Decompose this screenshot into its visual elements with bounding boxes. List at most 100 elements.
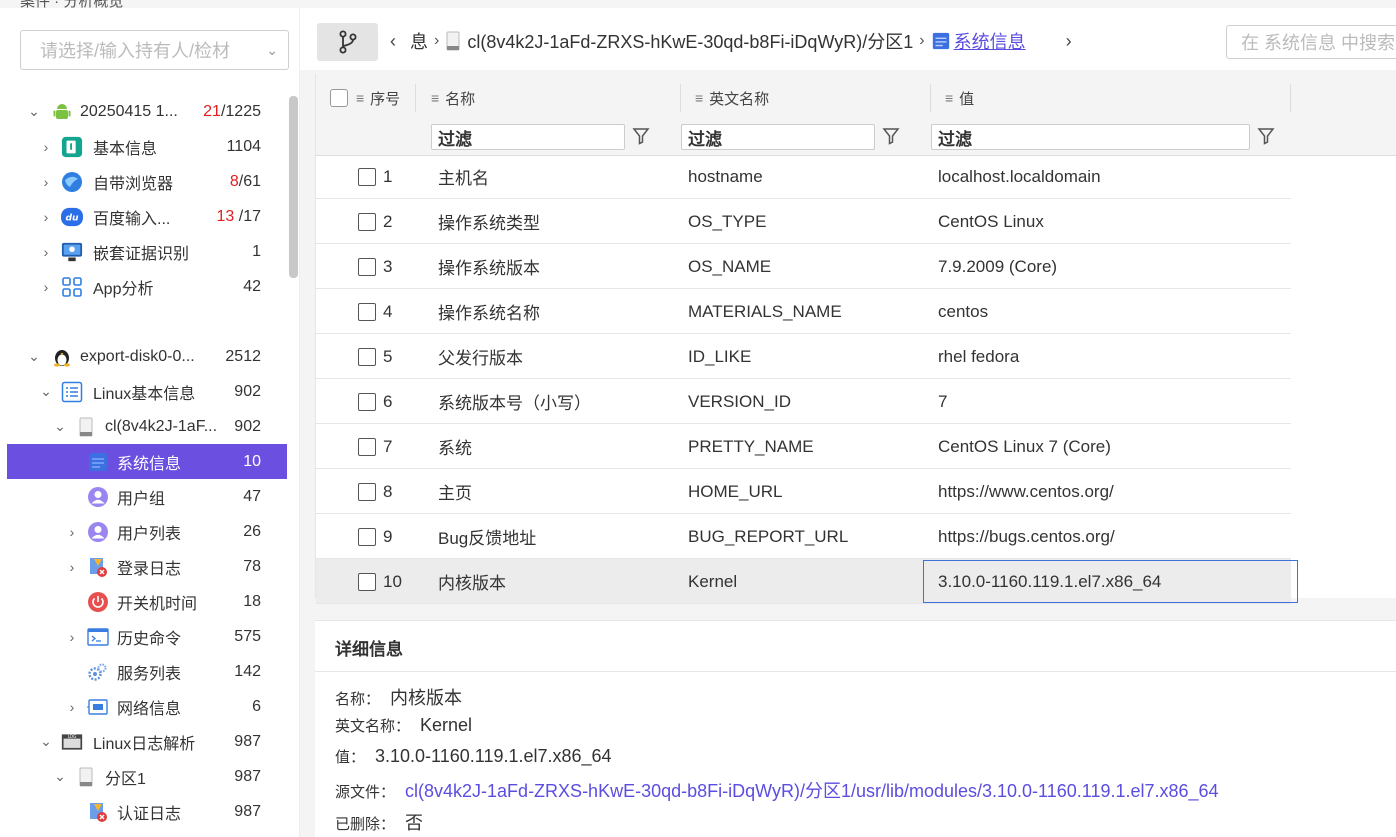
chevron-down-icon[interactable]: ⌄	[53, 418, 67, 435]
tree-node-history-commands[interactable]: › 历史命令 575	[7, 619, 287, 654]
header-value[interactable]: ≡ 值	[931, 84, 1291, 112]
row-name-cell[interactable]: 系统	[438, 424, 472, 469]
row-checkbox[interactable]	[358, 392, 376, 411]
tree-node-login-log[interactable]: › 登录日志 78	[7, 549, 287, 584]
breadcrumb-item[interactable]: 息	[410, 28, 428, 54]
chevron-right-icon[interactable]: ›	[65, 524, 79, 540]
chevron-right-icon[interactable]: ›	[39, 244, 53, 260]
column-menu-icon[interactable]: ≡	[356, 90, 364, 106]
row-name-cell[interactable]: 操作系统版本	[438, 244, 540, 289]
chevron-down-icon[interactable]: ⌄	[39, 733, 53, 750]
row-en-cell[interactable]: Kernel	[688, 559, 737, 604]
tree-node-power-time[interactable]: 开关机时间 18	[7, 584, 287, 619]
row-checkbox[interactable]	[358, 437, 376, 456]
row-name-cell[interactable]: Bug反馈地址	[438, 514, 536, 559]
source-file-link[interactable]: cl(8v4k2J-1aFd-ZRXS-hKwE-30qd-b8Fi-iDqWy…	[405, 777, 1219, 803]
row-en-cell[interactable]: OS_TYPE	[688, 199, 766, 244]
breadcrumb-forward-icon[interactable]: ›	[1066, 31, 1072, 52]
tree-node-user-list[interactable]: › 用户列表 26	[7, 514, 287, 549]
chevron-right-icon[interactable]: ›	[65, 699, 79, 715]
branch-button[interactable]	[317, 23, 378, 61]
row-en-cell[interactable]: ID_LIKE	[688, 334, 751, 379]
row-value-cell[interactable]: centos	[938, 289, 988, 334]
row-name-cell[interactable]: 系统版本号（小写）	[438, 379, 591, 424]
header-en-name[interactable]: ≡ 英文名称	[681, 84, 931, 112]
table-row[interactable]: 9 Bug反馈地址 BUG_REPORT_URL https://bugs.cento…	[316, 514, 1291, 559]
table-row[interactable]: 4 操作系统名称 MATERIALS_NAME centos	[316, 289, 1291, 334]
table-row[interactable]: 5 父发行版本 ID_LIKE rhel fedora	[316, 334, 1291, 379]
column-menu-icon[interactable]: ≡	[431, 90, 439, 106]
chevron-down-icon[interactable]: ⌄	[39, 383, 53, 400]
chevron-right-icon[interactable]: ›	[39, 279, 53, 295]
row-en-cell[interactable]: BUG_REPORT_URL	[688, 514, 848, 559]
row-checkbox[interactable]	[358, 212, 376, 231]
column-menu-icon[interactable]: ≡	[945, 90, 953, 106]
table-row[interactable]: 1 主机名 hostname localhost.localdomain	[316, 154, 1291, 199]
tree-node-case[interactable]: ⌄ 20250415 1... 21/1225	[7, 94, 287, 129]
chevron-right-icon[interactable]: ›	[39, 174, 53, 190]
row-checkbox[interactable]	[358, 257, 376, 276]
table-row[interactable]: 10 内核版本 Kernel 3.10.0-1160.119.1.el7.x86_64	[316, 559, 1298, 604]
tree-node-browser[interactable]: › 自带浏览器 8/61	[7, 164, 287, 199]
row-en-cell[interactable]: OS_NAME	[688, 244, 771, 289]
row-en-cell[interactable]: PRETTY_NAME	[688, 424, 814, 469]
row-checkbox[interactable]	[358, 572, 376, 591]
row-value-cell[interactable]: CentOS Linux	[938, 199, 1044, 244]
row-en-cell[interactable]: VERSION_ID	[688, 379, 791, 424]
row-checkbox[interactable]	[358, 527, 376, 546]
breadcrumb-current[interactable]: 系统信息	[954, 28, 1026, 54]
tree-node-system-info[interactable]: 系统信息 10	[7, 444, 287, 479]
tree-node-app-analysis[interactable]: › App分析 42	[7, 269, 287, 304]
row-name-cell[interactable]: 内核版本	[438, 559, 506, 604]
tree-node-basic-info[interactable]: › 基本信息 1104	[7, 129, 287, 164]
row-checkbox[interactable]	[358, 347, 376, 366]
filter-icon[interactable]	[881, 126, 901, 146]
table-row[interactable]: 2 操作系统类型 OS_TYPE CentOS Linux	[316, 199, 1291, 244]
sidebar-scrollbar[interactable]	[289, 96, 298, 278]
row-value-cell[interactable]: 7	[938, 379, 947, 424]
row-name-cell[interactable]: 父发行版本	[438, 334, 523, 379]
tree-node-user-group[interactable]: 用户组 47	[7, 479, 287, 514]
row-name-cell[interactable]: 操作系统名称	[438, 289, 540, 334]
row-en-cell[interactable]: HOME_URL	[688, 469, 782, 514]
search-input[interactable]: 在 系统信息 中搜索	[1226, 25, 1396, 59]
table-row[interactable]: 3 操作系统版本 OS_NAME 7.9.2009 (Core)	[316, 244, 1291, 289]
chevron-down-icon[interactable]: ⌄	[53, 768, 67, 785]
row-checkbox[interactable]	[358, 302, 376, 321]
filter-value-input[interactable]: 过滤	[931, 124, 1250, 150]
row-en-cell[interactable]: MATERIALS_NAME	[688, 289, 842, 334]
row-name-cell[interactable]: 主机名	[438, 154, 489, 199]
row-name-cell[interactable]: 主页	[438, 469, 472, 514]
row-value-cell[interactable]: localhost.localdomain	[938, 154, 1101, 199]
tree-node-service-list[interactable]: 服务列表 142	[7, 654, 287, 689]
tree-node-baidu-input[interactable]: › du 百度输入... 13 /17	[7, 199, 287, 234]
row-value-cell[interactable]: https://bugs.centos.org/	[938, 514, 1115, 559]
row-value-cell[interactable]: rhel fedora	[938, 334, 1019, 379]
filter-icon[interactable]	[1256, 126, 1276, 146]
filter-name-input[interactable]: 过滤	[431, 124, 625, 150]
row-value-cell[interactable]: 7.9.2009 (Core)	[938, 244, 1057, 289]
tree-node-export-disk[interactable]: ⌄ export-disk0-0... 2512	[7, 339, 287, 374]
row-checkbox[interactable]	[358, 167, 376, 186]
chevron-right-icon[interactable]: ›	[65, 559, 79, 575]
tree-node-linux-basic-info[interactable]: ⌄ Linux基本信息 902	[7, 374, 287, 409]
row-checkbox[interactable]	[358, 482, 376, 501]
row-value-cell[interactable]: https://www.centos.org/	[938, 469, 1114, 514]
row-value-cell[interactable]: CentOS Linux 7 (Core)	[938, 424, 1111, 469]
table-row[interactable]: 6 系统版本号（小写） VERSION_ID 7	[316, 379, 1291, 424]
chevron-right-icon[interactable]: ›	[39, 139, 53, 155]
column-menu-icon[interactable]: ≡	[695, 90, 703, 106]
header-no[interactable]: ≡ 序号	[330, 84, 416, 112]
table-row[interactable]: 8 主页 HOME_URL https://www.centos.org/	[316, 469, 1291, 514]
select-all-checkbox[interactable]	[330, 89, 348, 107]
tree-node-partition1[interactable]: ⌄ 分区1 987	[7, 759, 287, 794]
tree-node-network-info[interactable]: › 网络信息 6	[7, 689, 287, 724]
table-row[interactable]: 7 系统 PRETTY_NAME CentOS Linux 7 (Core)	[316, 424, 1291, 469]
filter-en-input[interactable]: 过滤	[681, 124, 875, 150]
owner-select[interactable]: 请选择/输入持有人/检材 ⌄	[20, 30, 289, 70]
tree-node-auth-log[interactable]: 认证日志 987	[7, 794, 287, 829]
header-name[interactable]: ≡ 名称	[431, 84, 681, 112]
breadcrumb-back-icon[interactable]: ‹	[390, 31, 396, 52]
chevron-down-icon[interactable]: ⌄	[27, 103, 41, 120]
row-name-cell[interactable]: 操作系统类型	[438, 199, 540, 244]
